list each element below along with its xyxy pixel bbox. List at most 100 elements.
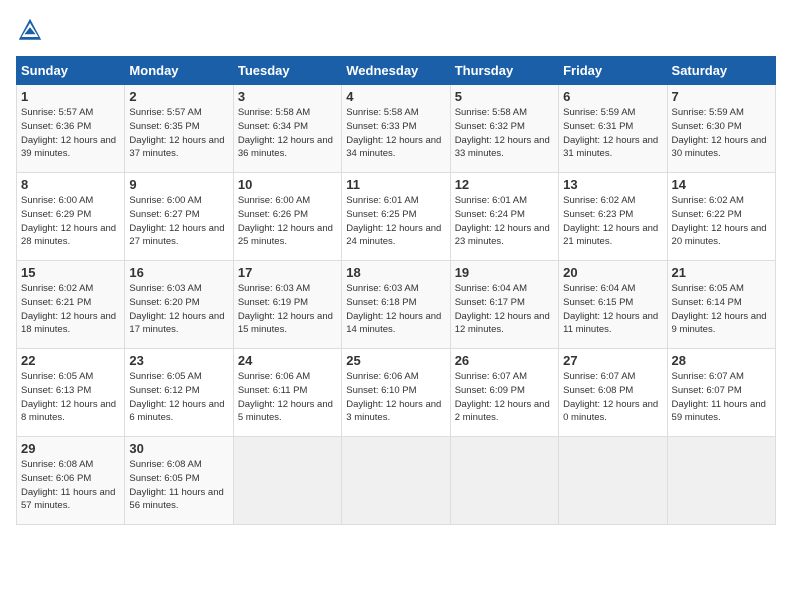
day-info: Sunrise: 6:03 AM Sunset: 6:19 PM Dayligh…	[238, 282, 337, 337]
day-number: 4	[346, 89, 445, 104]
calendar-table: SundayMondayTuesdayWednesdayThursdayFrid…	[16, 56, 776, 525]
day-info: Sunrise: 6:06 AM Sunset: 6:11 PM Dayligh…	[238, 370, 337, 425]
weekday-header-sunday: Sunday	[17, 57, 125, 85]
calendar-cell: 30 Sunrise: 6:08 AM Sunset: 6:05 PM Dayl…	[125, 437, 233, 525]
day-number: 26	[455, 353, 554, 368]
calendar-cell: 28 Sunrise: 6:07 AM Sunset: 6:07 PM Dayl…	[667, 349, 775, 437]
day-number: 15	[21, 265, 120, 280]
day-number: 20	[563, 265, 662, 280]
calendar-cell: 23 Sunrise: 6:05 AM Sunset: 6:12 PM Dayl…	[125, 349, 233, 437]
day-info: Sunrise: 6:03 AM Sunset: 6:20 PM Dayligh…	[129, 282, 228, 337]
calendar-cell: 9 Sunrise: 6:00 AM Sunset: 6:27 PM Dayli…	[125, 173, 233, 261]
weekday-header-monday: Monday	[125, 57, 233, 85]
day-info: Sunrise: 6:05 AM Sunset: 6:12 PM Dayligh…	[129, 370, 228, 425]
day-number: 30	[129, 441, 228, 456]
calendar-cell: 16 Sunrise: 6:03 AM Sunset: 6:20 PM Dayl…	[125, 261, 233, 349]
calendar-cell: 3 Sunrise: 5:58 AM Sunset: 6:34 PM Dayli…	[233, 85, 341, 173]
day-number: 12	[455, 177, 554, 192]
calendar-cell	[233, 437, 341, 525]
calendar-cell: 10 Sunrise: 6:00 AM Sunset: 6:26 PM Dayl…	[233, 173, 341, 261]
day-number: 19	[455, 265, 554, 280]
day-info: Sunrise: 6:08 AM Sunset: 6:05 PM Dayligh…	[129, 458, 228, 513]
calendar-cell: 14 Sunrise: 6:02 AM Sunset: 6:22 PM Dayl…	[667, 173, 775, 261]
weekday-header-thursday: Thursday	[450, 57, 558, 85]
weekday-header-row: SundayMondayTuesdayWednesdayThursdayFrid…	[17, 57, 776, 85]
calendar-cell: 19 Sunrise: 6:04 AM Sunset: 6:17 PM Dayl…	[450, 261, 558, 349]
day-number: 22	[21, 353, 120, 368]
page-header	[16, 16, 776, 44]
calendar-cell: 4 Sunrise: 5:58 AM Sunset: 6:33 PM Dayli…	[342, 85, 450, 173]
day-info: Sunrise: 6:02 AM Sunset: 6:22 PM Dayligh…	[672, 194, 771, 249]
calendar-cell: 6 Sunrise: 5:59 AM Sunset: 6:31 PM Dayli…	[559, 85, 667, 173]
day-info: Sunrise: 5:59 AM Sunset: 6:31 PM Dayligh…	[563, 106, 662, 161]
day-info: Sunrise: 6:02 AM Sunset: 6:23 PM Dayligh…	[563, 194, 662, 249]
calendar-cell: 11 Sunrise: 6:01 AM Sunset: 6:25 PM Dayl…	[342, 173, 450, 261]
calendar-cell: 25 Sunrise: 6:06 AM Sunset: 6:10 PM Dayl…	[342, 349, 450, 437]
day-info: Sunrise: 6:00 AM Sunset: 6:26 PM Dayligh…	[238, 194, 337, 249]
calendar-week-2: 15 Sunrise: 6:02 AM Sunset: 6:21 PM Dayl…	[17, 261, 776, 349]
calendar-cell: 24 Sunrise: 6:06 AM Sunset: 6:11 PM Dayl…	[233, 349, 341, 437]
day-info: Sunrise: 6:07 AM Sunset: 6:09 PM Dayligh…	[455, 370, 554, 425]
day-info: Sunrise: 6:05 AM Sunset: 6:14 PM Dayligh…	[672, 282, 771, 337]
day-number: 29	[21, 441, 120, 456]
day-number: 2	[129, 89, 228, 104]
day-number: 10	[238, 177, 337, 192]
calendar-cell	[450, 437, 558, 525]
day-number: 18	[346, 265, 445, 280]
day-number: 27	[563, 353, 662, 368]
weekday-header-tuesday: Tuesday	[233, 57, 341, 85]
calendar-cell: 1 Sunrise: 5:57 AM Sunset: 6:36 PM Dayli…	[17, 85, 125, 173]
calendar-cell: 5 Sunrise: 5:58 AM Sunset: 6:32 PM Dayli…	[450, 85, 558, 173]
day-info: Sunrise: 6:02 AM Sunset: 6:21 PM Dayligh…	[21, 282, 120, 337]
calendar-cell: 8 Sunrise: 6:00 AM Sunset: 6:29 PM Dayli…	[17, 173, 125, 261]
day-number: 3	[238, 89, 337, 104]
calendar-cell	[559, 437, 667, 525]
day-number: 16	[129, 265, 228, 280]
logo	[16, 16, 50, 44]
day-number: 25	[346, 353, 445, 368]
day-info: Sunrise: 6:07 AM Sunset: 6:07 PM Dayligh…	[672, 370, 771, 425]
day-info: Sunrise: 6:05 AM Sunset: 6:13 PM Dayligh…	[21, 370, 120, 425]
logo-icon	[16, 16, 44, 44]
day-number: 11	[346, 177, 445, 192]
day-info: Sunrise: 5:58 AM Sunset: 6:34 PM Dayligh…	[238, 106, 337, 161]
day-number: 5	[455, 89, 554, 104]
day-number: 14	[672, 177, 771, 192]
calendar-cell: 18 Sunrise: 6:03 AM Sunset: 6:18 PM Dayl…	[342, 261, 450, 349]
calendar-cell: 20 Sunrise: 6:04 AM Sunset: 6:15 PM Dayl…	[559, 261, 667, 349]
day-info: Sunrise: 5:57 AM Sunset: 6:35 PM Dayligh…	[129, 106, 228, 161]
day-number: 21	[672, 265, 771, 280]
day-info: Sunrise: 5:58 AM Sunset: 6:33 PM Dayligh…	[346, 106, 445, 161]
day-number: 24	[238, 353, 337, 368]
calendar-cell: 15 Sunrise: 6:02 AM Sunset: 6:21 PM Dayl…	[17, 261, 125, 349]
calendar-cell	[667, 437, 775, 525]
day-info: Sunrise: 6:00 AM Sunset: 6:27 PM Dayligh…	[129, 194, 228, 249]
day-info: Sunrise: 5:59 AM Sunset: 6:30 PM Dayligh…	[672, 106, 771, 161]
weekday-header-friday: Friday	[559, 57, 667, 85]
calendar-cell: 26 Sunrise: 6:07 AM Sunset: 6:09 PM Dayl…	[450, 349, 558, 437]
day-number: 23	[129, 353, 228, 368]
calendar-cell: 7 Sunrise: 5:59 AM Sunset: 6:30 PM Dayli…	[667, 85, 775, 173]
day-number: 8	[21, 177, 120, 192]
calendar-week-3: 22 Sunrise: 6:05 AM Sunset: 6:13 PM Dayl…	[17, 349, 776, 437]
calendar-week-1: 8 Sunrise: 6:00 AM Sunset: 6:29 PM Dayli…	[17, 173, 776, 261]
day-info: Sunrise: 6:01 AM Sunset: 6:24 PM Dayligh…	[455, 194, 554, 249]
calendar-week-4: 29 Sunrise: 6:08 AM Sunset: 6:06 PM Dayl…	[17, 437, 776, 525]
day-info: Sunrise: 6:03 AM Sunset: 6:18 PM Dayligh…	[346, 282, 445, 337]
day-number: 17	[238, 265, 337, 280]
day-info: Sunrise: 5:57 AM Sunset: 6:36 PM Dayligh…	[21, 106, 120, 161]
calendar-cell: 22 Sunrise: 6:05 AM Sunset: 6:13 PM Dayl…	[17, 349, 125, 437]
calendar-cell: 12 Sunrise: 6:01 AM Sunset: 6:24 PM Dayl…	[450, 173, 558, 261]
calendar-cell: 17 Sunrise: 6:03 AM Sunset: 6:19 PM Dayl…	[233, 261, 341, 349]
calendar-cell: 21 Sunrise: 6:05 AM Sunset: 6:14 PM Dayl…	[667, 261, 775, 349]
day-number: 13	[563, 177, 662, 192]
day-info: Sunrise: 6:00 AM Sunset: 6:29 PM Dayligh…	[21, 194, 120, 249]
calendar-cell: 29 Sunrise: 6:08 AM Sunset: 6:06 PM Dayl…	[17, 437, 125, 525]
calendar-cell: 27 Sunrise: 6:07 AM Sunset: 6:08 PM Dayl…	[559, 349, 667, 437]
day-info: Sunrise: 6:04 AM Sunset: 6:17 PM Dayligh…	[455, 282, 554, 337]
day-info: Sunrise: 6:04 AM Sunset: 6:15 PM Dayligh…	[563, 282, 662, 337]
calendar-cell: 2 Sunrise: 5:57 AM Sunset: 6:35 PM Dayli…	[125, 85, 233, 173]
weekday-header-saturday: Saturday	[667, 57, 775, 85]
calendar-cell: 13 Sunrise: 6:02 AM Sunset: 6:23 PM Dayl…	[559, 173, 667, 261]
day-number: 1	[21, 89, 120, 104]
